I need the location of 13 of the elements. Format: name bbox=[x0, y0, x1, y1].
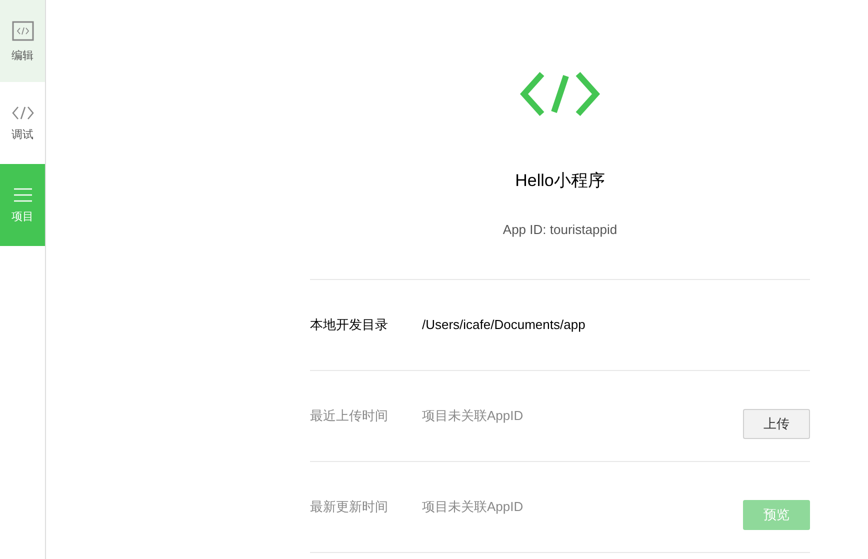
code-logo-icon bbox=[520, 70, 600, 118]
row-value: 项目未关联AppID bbox=[422, 498, 524, 516]
app-id: App ID: touristappid bbox=[502, 220, 618, 239]
row-label: 本地开发目录 bbox=[310, 316, 389, 334]
menu-icon bbox=[14, 188, 32, 202]
sidebar-tab[interactable]: 编辑 bbox=[0, 0, 45, 82]
row-value: 项目未关联AppID bbox=[422, 407, 524, 426]
row-label: 最新更新时间 bbox=[310, 498, 389, 516]
project-title: Hello小程序 bbox=[515, 170, 605, 192]
row-label: 最近上传时间 bbox=[310, 407, 389, 426]
code-icon bbox=[12, 106, 34, 120]
code-window-icon bbox=[12, 20, 34, 40]
row-value: /Users/icafe/Documents/app bbox=[422, 316, 586, 334]
